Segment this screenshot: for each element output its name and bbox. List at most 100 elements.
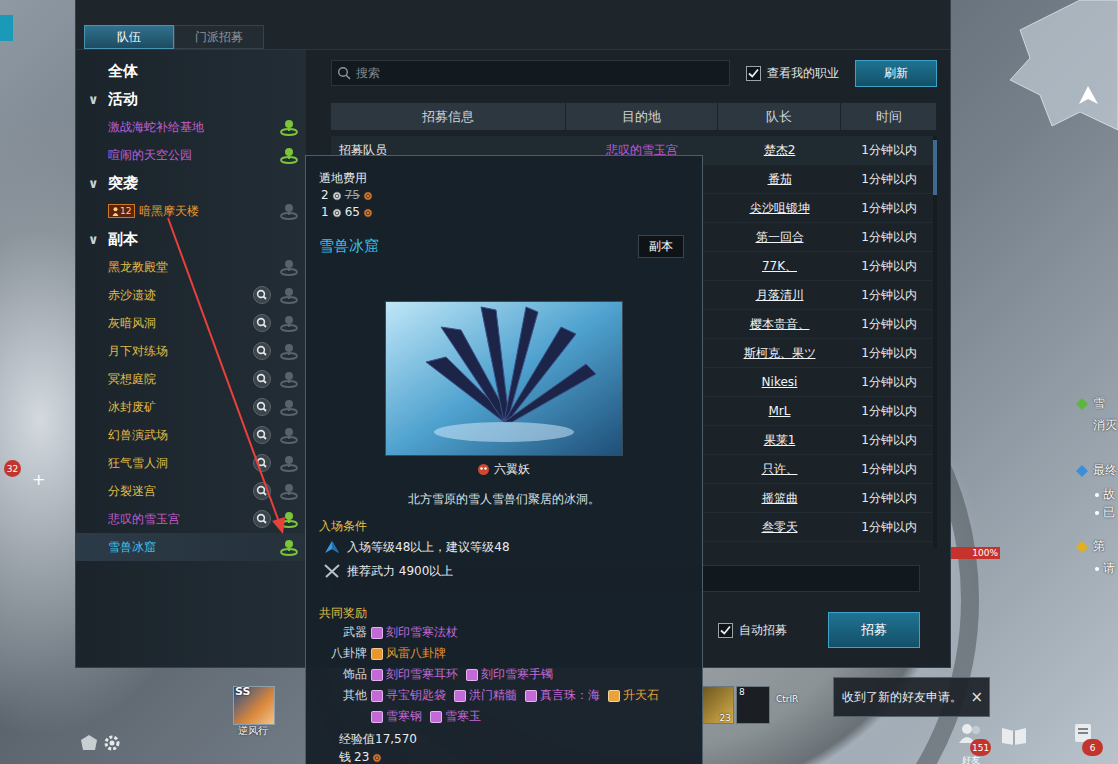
table-cell: 77K、 <box>718 252 841 280</box>
quest-line[interactable]: 消灭 <box>1075 417 1117 434</box>
quest-text: 雪 <box>1093 395 1105 412</box>
hotbar-slot[interactable]: 23 <box>700 686 734 724</box>
reward-item[interactable]: 刻印雪寒耳环 <box>371 664 458 685</box>
tab[interactable]: 门派招募 <box>174 25 264 49</box>
reward-category: 饰品 <box>319 664 371 685</box>
column-header[interactable]: 队长 <box>718 103 841 130</box>
reward-item[interactable]: 雪寒钢 <box>371 706 422 727</box>
leader-name[interactable]: 叁零天 <box>762 519 798 536</box>
quest-marker-icon <box>1075 397 1089 411</box>
leader-name[interactable]: Nikesi <box>762 375 798 389</box>
sidebar-item[interactable]: 雪兽冰窟 <box>76 533 306 561</box>
quest-line[interactable]: 请 <box>1075 560 1115 577</box>
sidebar-item[interactable]: 悲叹的雪玉宫 <box>76 505 306 533</box>
add-button[interactable]: + <box>32 470 45 489</box>
sidebar-item[interactable]: 月下对练场 <box>76 337 306 365</box>
column-header[interactable]: 时间 <box>841 103 937 130</box>
search-slot <box>248 256 275 278</box>
leader-name[interactable]: 斯柯克、果ツ <box>744 345 816 362</box>
sidebar-item[interactable]: 全体 <box>76 57 306 85</box>
friend-notification[interactable]: 收到了新的好友申请。× <box>833 677 990 717</box>
sidebar-group[interactable]: ∨突袭 <box>76 169 306 197</box>
time: 1分钟以内 <box>861 345 917 362</box>
raid-badge: 12 <box>108 204 135 218</box>
sidebar-label: 暗黑摩天楼 <box>139 203 248 220</box>
column-header[interactable]: 招募信息 <box>331 103 566 130</box>
class-filter[interactable]: 查看我的职业 <box>746 65 839 82</box>
quest-line[interactable]: 第 <box>1075 538 1105 555</box>
quest-line[interactable]: 已 <box>1075 504 1115 521</box>
recruit-slot <box>275 116 302 138</box>
reward-item[interactable]: 刻印雪寒法杖 <box>371 622 458 643</box>
scrollbar[interactable] <box>933 136 937 548</box>
menu-button[interactable]: 6 <box>1070 722 1100 764</box>
column-header[interactable]: 目的地 <box>566 103 718 130</box>
leader-name[interactable]: 番茄 <box>768 171 792 188</box>
recruit-button[interactable]: 招募 <box>828 612 920 648</box>
quest-line[interactable]: 故 <box>1075 486 1115 503</box>
leader-name[interactable]: 77K、 <box>762 258 797 275</box>
reward-items: 寻宝钥匙袋洪门精髓真言珠：海升天石雪寒钢雪寒玉 <box>371 685 688 727</box>
item-icon <box>608 690 620 702</box>
time: 1分钟以内 <box>861 432 917 449</box>
recruit-slot <box>275 256 302 278</box>
search-input[interactable] <box>331 60 730 86</box>
sidebar-item[interactable]: 赤沙遗迹 <box>76 281 306 309</box>
leader-name[interactable]: 第一回合 <box>756 229 804 246</box>
sidebar-item[interactable]: 激战海蛇补给基地 <box>76 113 306 141</box>
hotbar-slot[interactable]: 8 <box>736 686 770 724</box>
leader-name[interactable]: 只许、 <box>762 461 798 478</box>
badge-count: 12 <box>120 205 131 217</box>
reward-item[interactable]: 寻宝钥匙袋 <box>371 685 446 706</box>
sidebar-item[interactable]: 喧闹的天空公园 <box>76 141 306 169</box>
location-icon <box>279 426 299 444</box>
scroll-thumb[interactable] <box>933 140 937 195</box>
dungeon-tooltip: 遁地费用275165雪兽冰窟副本六翼妖北方雪原的雪人雪兽们聚居的冰洞。入场条件入… <box>305 155 703 764</box>
sidebar-group[interactable]: ∨副本 <box>76 225 306 253</box>
sidebar-item[interactable]: 冥想庭院 <box>76 365 306 393</box>
health-reading: 100% <box>972 547 998 559</box>
menu-button[interactable]: 151好友 <box>958 722 988 764</box>
sidebar-item[interactable]: 冰封废矿 <box>76 393 306 421</box>
leader-name[interactable]: 摇篮曲 <box>762 490 798 507</box>
sidebar-item[interactable]: 12 暗黑摩天楼 <box>76 197 306 225</box>
close-button[interactable]: × <box>970 688 983 706</box>
quest-line[interactable]: 最终 <box>1075 462 1117 479</box>
skill-slot[interactable]: SS <box>233 686 275 725</box>
quest-text: 消灭 <box>1093 417 1117 434</box>
quest-line[interactable]: 雪 <box>1075 395 1105 412</box>
item-name: 雪寒钢 <box>386 706 422 727</box>
leader-name[interactable]: 月落清川 <box>756 287 804 304</box>
reward-item[interactable]: 升天石 <box>608 685 659 706</box>
tab[interactable]: 队伍 <box>84 25 174 49</box>
reward-item[interactable]: 雪寒玉 <box>430 706 481 727</box>
reward-item[interactable]: 风雷八卦牌 <box>371 643 446 664</box>
leader-name[interactable]: 樱本贵音、 <box>750 316 810 333</box>
sidebar-item[interactable]: 黑龙教殿堂 <box>76 253 306 281</box>
leader-name[interactable]: MrL <box>769 404 791 418</box>
refresh-button[interactable]: 刷新 <box>855 60 937 87</box>
requirements-heading: 入场条件 <box>319 517 688 535</box>
location-icon <box>279 146 299 164</box>
sidebar-item[interactable]: 狂气雪人洞 <box>76 449 306 477</box>
experience: 经验值17,570 <box>319 730 688 749</box>
sidebar-group[interactable]: ∨活动 <box>76 85 306 113</box>
chevron-icon: ∨ <box>88 232 108 247</box>
leader-name[interactable]: 尖沙咀锻坤 <box>750 200 810 217</box>
checkbox[interactable] <box>746 66 761 81</box>
checkbox[interactable] <box>718 623 733 638</box>
time: 1分钟以内 <box>861 316 917 333</box>
reward-item[interactable]: 洪门精髓 <box>454 685 517 706</box>
reward-item[interactable]: 刻印雪寒手镯 <box>466 664 553 685</box>
sidebar-item[interactable]: 幻兽演武场 <box>76 421 306 449</box>
quest-text: 最终 <box>1093 462 1117 479</box>
reward-item[interactable]: 真言珠：海 <box>525 685 600 706</box>
leader-name[interactable]: 楚杰2 <box>764 142 796 159</box>
sidebar-item[interactable]: 灰暗风洞 <box>76 309 306 337</box>
table-cell: Nikesi <box>718 368 841 396</box>
auto-recruit[interactable]: 自动招募 <box>718 622 787 639</box>
book-icon[interactable] <box>1000 724 1028 749</box>
sidebar-item[interactable]: 分裂迷宫 <box>76 477 306 505</box>
search-icon <box>253 510 271 528</box>
leader-name[interactable]: 果莱1 <box>764 432 796 449</box>
